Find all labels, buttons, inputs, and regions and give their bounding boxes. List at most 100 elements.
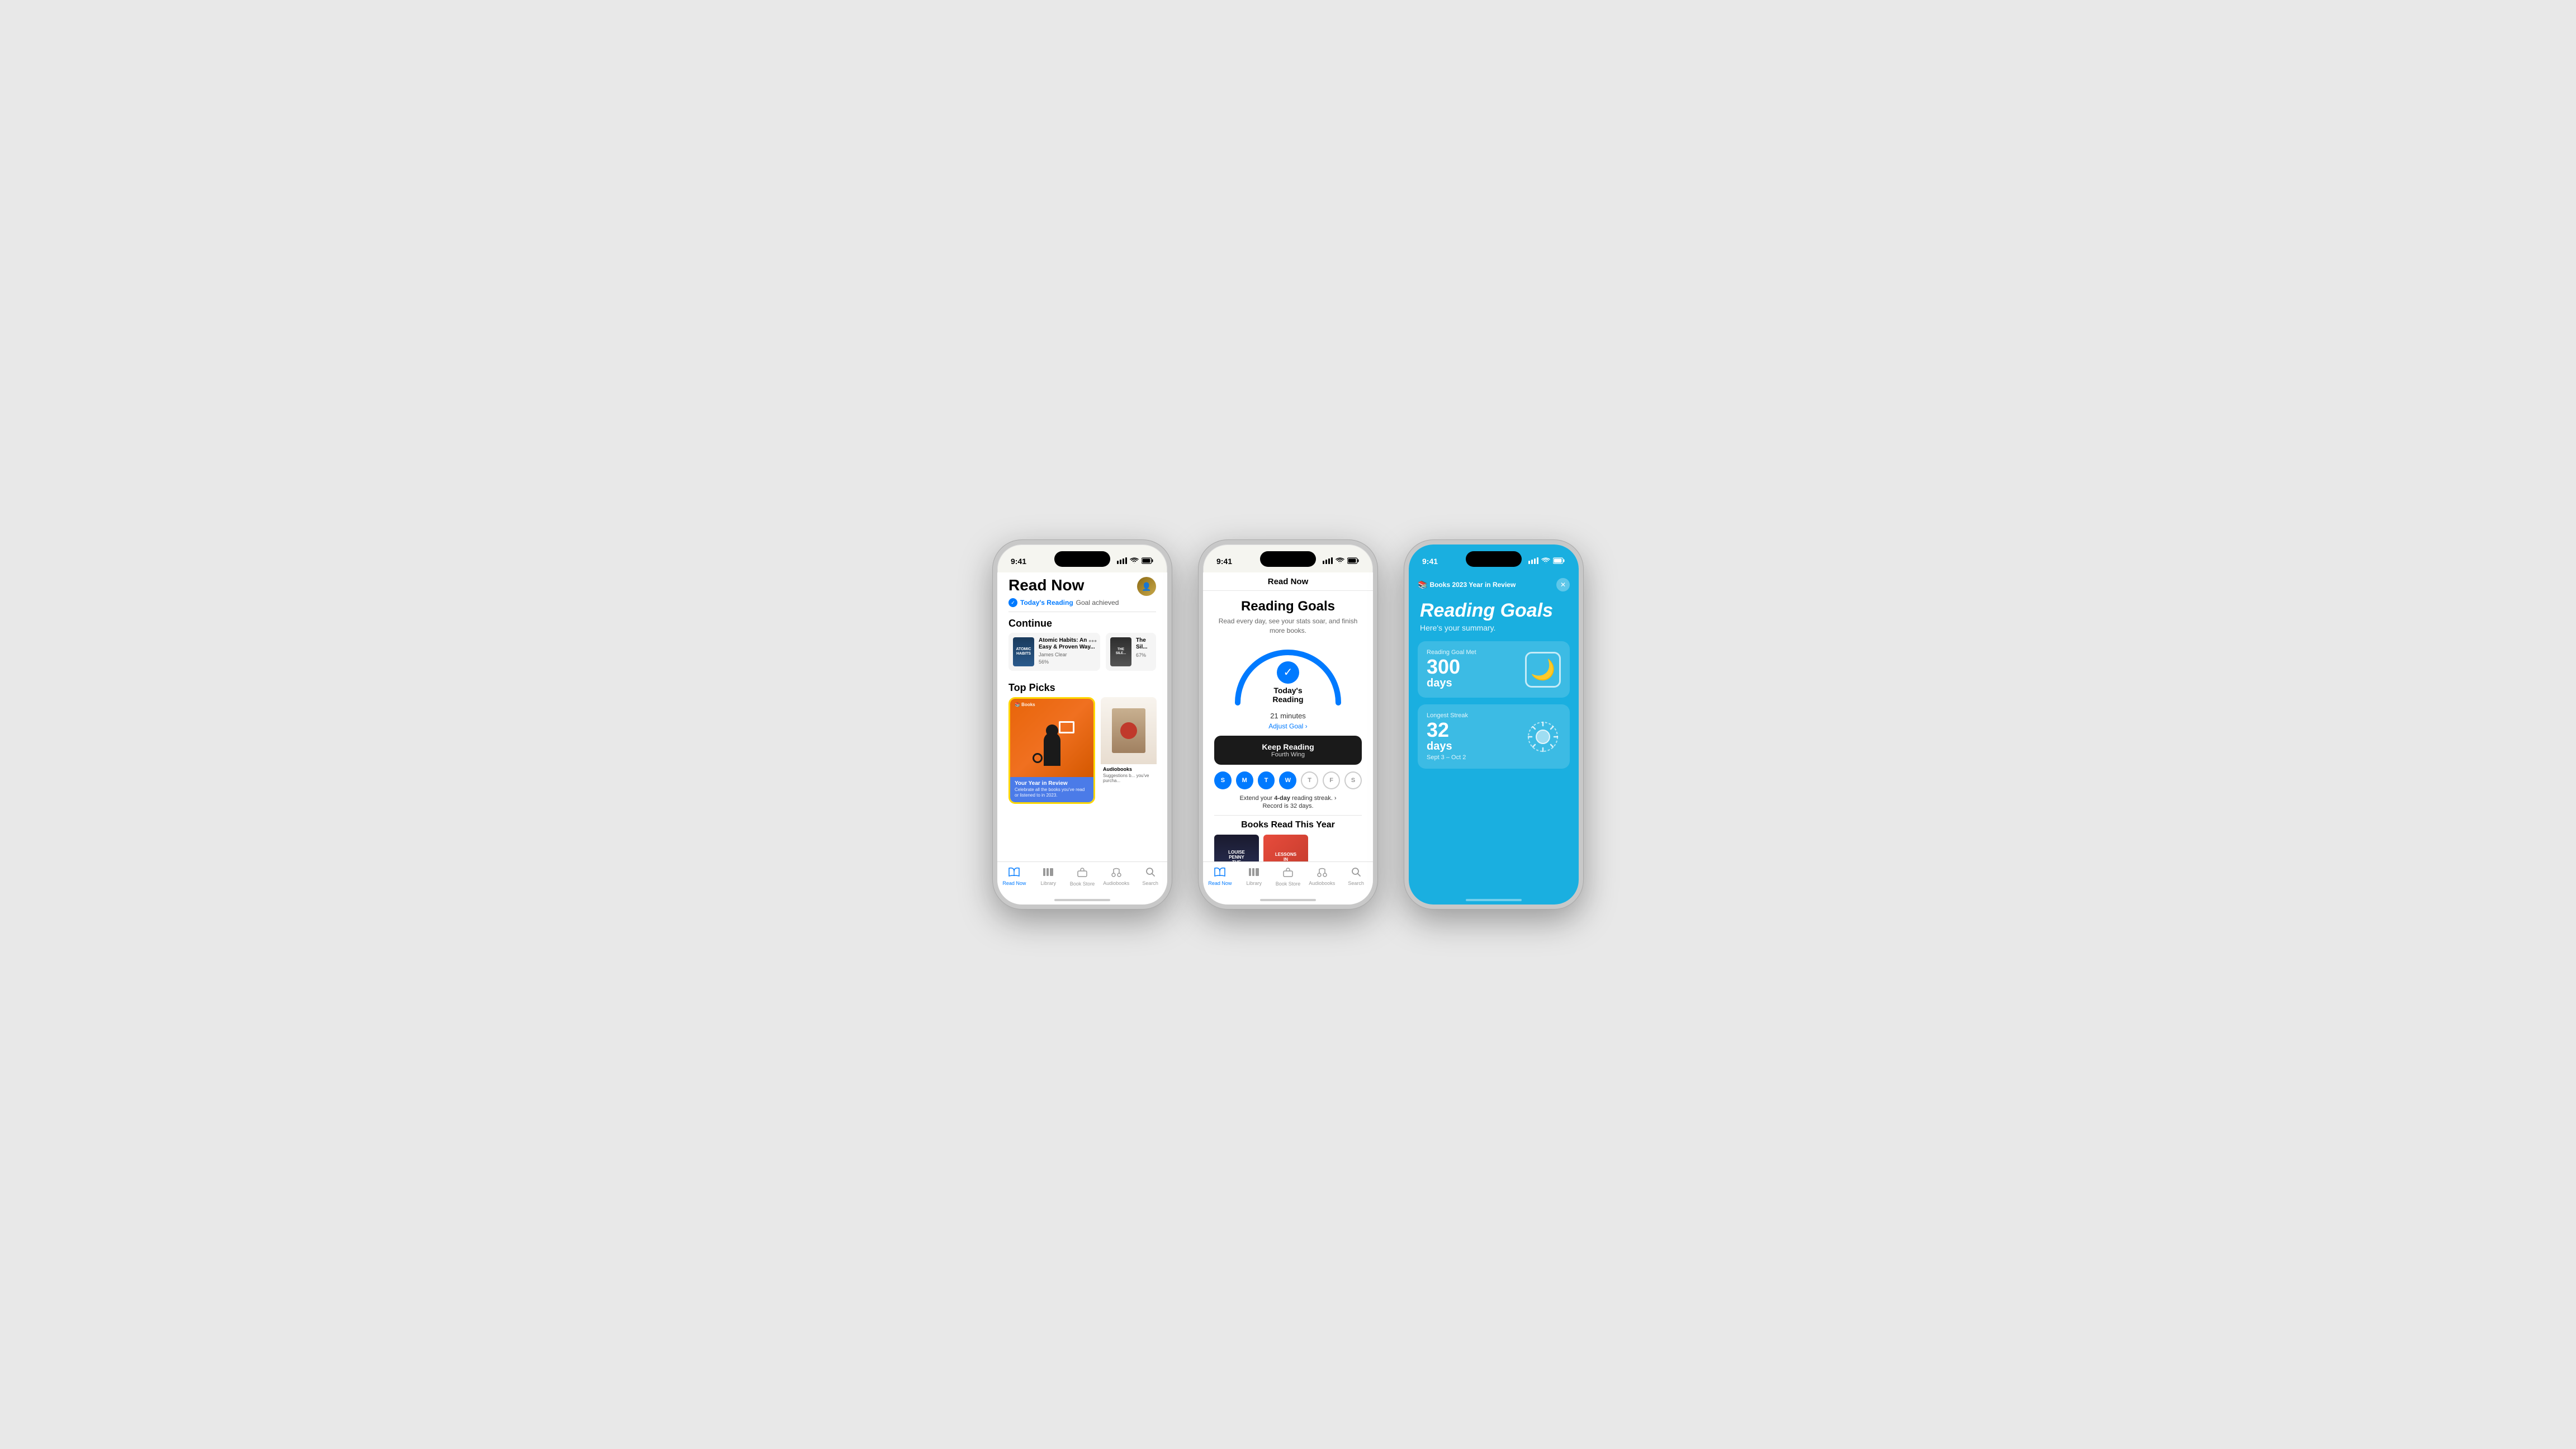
wifi-icon-1 [1130,557,1139,566]
goal-status: Goal achieved [1076,599,1119,607]
goal-badge: ✓ Today's Reading Goal achieved [997,598,1167,612]
stat-value-1: 32 [1427,720,1525,740]
red-circle [1120,722,1137,739]
p3-topbar: 📚 Books 2023 Year in Review ✕ [1409,572,1579,596]
signal-icon-2 [1323,557,1333,566]
check-icon: ✓ [1008,598,1017,607]
book-author-1: James Clear [1039,652,1096,657]
streak-text: Extend your 4-day reading streak. › [1214,795,1362,802]
stat-left-0: Reading Goal Met 300 days [1427,649,1525,690]
home-indicator-3 [1409,889,1579,905]
tab-search-1[interactable]: Search [1133,867,1167,886]
gauge-svg-wrapper: ✓ Today's Reading [1227,641,1349,708]
tab-icon-search-2 [1351,867,1361,879]
home-indicator-1 [997,889,1167,905]
tab-icon-library-1 [1042,867,1054,879]
keep-reading-btn[interactable]: Keep Reading Fourth Wing [1214,736,1362,765]
close-button[interactable]: ✕ [1556,578,1570,591]
stat-icon-sun [1525,719,1561,755]
tab-bookstore-2[interactable]: Book Store [1271,866,1305,887]
phones-container: 9:41 Read Now 👤 ✓ Today's Reading [993,540,1583,909]
day-dot-s2: S [1344,771,1362,789]
featured-caption-title: Your Year in Review [1015,780,1089,787]
books-year-grid: LOUISEPENNYTHEPATIENT LESSONSINCHEMISTRY [1214,835,1362,861]
featured-book[interactable]: 📚 Books Your Year in Review Celebrate al… [1008,697,1095,804]
figure-body [1044,732,1060,766]
phone1-screen: Read Now 👤 ✓ Today's Reading Goal achiev… [997,572,1167,861]
status-icons-2 [1323,557,1360,566]
gauge-title: Today's Reading [1257,686,1319,704]
wifi-icon-2 [1336,557,1344,566]
book-card-1[interactable]: ATOMICHABITS Atomic Habits: An Easy & Pr… [1008,633,1100,671]
home-bar-3 [1466,899,1522,901]
day-dot-f: F [1323,771,1340,789]
stat-left-1: Longest Streak 32 days Sept 3 – Oct 2 [1427,712,1525,761]
tab-icon-audiobooks-1 [1111,867,1122,879]
stat-icon-moon: 🌙 [1525,652,1561,688]
book-progress-2: 67% [1136,652,1152,658]
p2-header-title: Read Now [1268,577,1309,586]
lessons-cover[interactable]: LESSONSINCHEMISTRY [1263,835,1308,861]
featured-cover: 📚 Books [1010,699,1093,777]
phone3-screen: 📚 Books 2023 Year in Review ✕ Reading Go… [1409,572,1579,889]
tab-label-audiobooks-2: Audiobooks [1309,880,1335,886]
gauge-minutes: 21 minutes [1270,712,1306,720]
book-info-2: The Sil... 67% [1136,637,1152,666]
streak-record: Record is 32 days. [1214,803,1362,809]
tab-library-2[interactable]: Library [1237,867,1271,886]
more-btn-1[interactable]: ••• [1088,636,1097,645]
top-picks-grid: 📚 Books Your Year in Review Celebrate al… [997,697,1167,804]
tab-read-now-2[interactable]: Read Now [1203,867,1237,886]
avatar-1[interactable]: 👤 [1137,577,1156,596]
continue-books: ATOMICHABITS Atomic Habits: An Easy & Pr… [997,633,1167,676]
book-title-2: The Sil... [1136,637,1152,651]
tab-bar-2: Read Now Library Book Store Audiobooks [1203,861,1373,889]
audiobooks-sub: Suggestions b... you've purcha... [1101,773,1157,783]
phone-2: 9:41 Read Now Reading Goals Read every d… [1199,540,1377,909]
signal-icon-3 [1528,557,1538,566]
p1-header: Read Now 👤 [997,572,1167,598]
day-dot-t2: T [1301,771,1318,789]
tab-bar-1: Read Now Library Book Store Audiobooks [997,861,1167,889]
tab-audiobooks-2[interactable]: Audiobooks [1305,867,1339,886]
keep-reading-main: Keep Reading [1221,742,1355,751]
tab-read-now-1[interactable]: Read Now [997,867,1031,886]
books-badge-text: Books 2023 Year in Review [1429,581,1516,589]
tab-audiobooks-1[interactable]: Audiobooks [1099,867,1133,886]
p3-main-title: Reading Goals [1409,596,1579,623]
featured-caption: Your Year in Review Celebrate all the bo… [1010,777,1093,802]
keep-reading-sub: Fourth Wing [1221,751,1355,758]
gauge-container: ✓ Today's Reading 21 minutes Adjust Goal… [1214,641,1362,730]
featured-caption-sub: Celebrate all the books you've read or l… [1015,787,1089,799]
adjust-goal[interactable]: Adjust Goal › [1268,722,1307,730]
book-card-2[interactable]: THESILE... The Sil... 67% [1106,633,1156,671]
stat-unit-1: days [1427,740,1525,753]
tab-icon-read-now-1 [1008,867,1020,879]
audiobooks-card[interactable]: Audiobooks Suggestions b... you've purch… [1101,697,1157,804]
tab-label-read-now-1: Read Now [1002,880,1026,886]
tab-label-search-2: Search [1348,880,1364,886]
home-bar-1 [1054,899,1110,901]
phone-1: 9:41 Read Now 👤 ✓ Today's Reading [993,540,1172,909]
books-badge: 📚 Books 2023 Year in Review [1418,580,1516,590]
signal-icon-1 [1117,557,1127,566]
wifi-icon-3 [1541,557,1550,566]
dynamic-island-3 [1466,551,1522,567]
tab-label-search-1: Search [1142,880,1158,886]
tab-icon-library-2 [1248,867,1260,879]
stat-unit-0: days [1427,677,1525,690]
louise-cover[interactable]: LOUISEPENNYTHEPATIENT [1214,835,1259,861]
tab-label-read-now-2: Read Now [1208,880,1232,886]
tab-library-1[interactable]: Library [1031,867,1066,886]
atomic-cover: ATOMICHABITS [1013,637,1034,666]
stat-row-1: Longest Streak 32 days Sept 3 – Oct 2 [1418,704,1570,769]
home-indicator-2 [1203,889,1373,905]
moon-icon: 🌙 [1531,658,1556,681]
tab-icon-bookstore-1 [1077,866,1088,880]
tab-search-2[interactable]: Search [1339,867,1373,886]
stat-value-0: 300 [1427,657,1525,677]
educ-inner [1112,708,1145,753]
dynamic-island-1 [1054,551,1110,567]
tab-bookstore-1[interactable]: Book Store [1066,866,1100,887]
home-bar-2 [1260,899,1316,901]
